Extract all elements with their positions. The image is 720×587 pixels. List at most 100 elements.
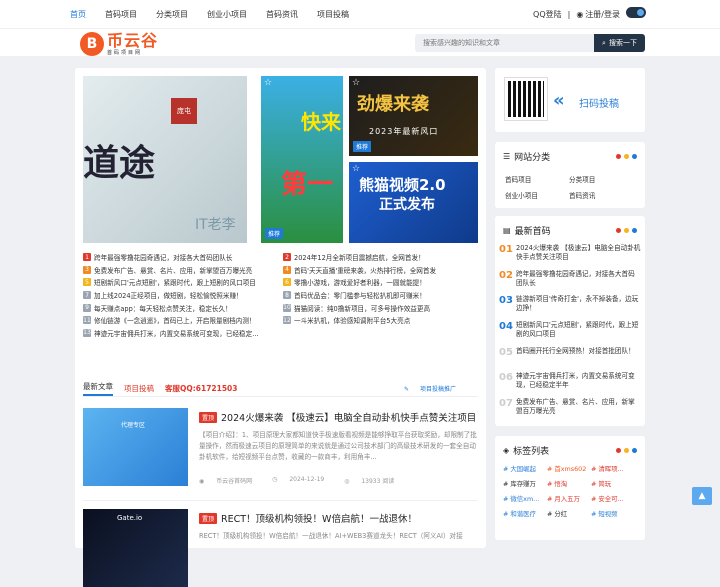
category-link[interactable]: 首码资讯	[569, 190, 633, 200]
thumb-label: Gate.io	[117, 514, 143, 522]
clock-icon: ◷	[272, 476, 280, 483]
headline-text: 加上线2024正经项目，做短剧，轻松愉悦照米赚！	[94, 292, 243, 301]
back-to-top-button[interactable]: ▲	[692, 487, 712, 505]
recent-item[interactable]: 05 首码圈开托行全网预热！对接首批团队！	[499, 347, 641, 373]
headline-item[interactable]: 3 免费发布广告、悬赏、名片、应用，新掌盟百万曝光亮	[83, 265, 283, 275]
headline-item[interactable]: 12 一斗米扒机，体验感知调附平台5大亮点	[283, 315, 478, 325]
featured-card[interactable]: ☆ 劲爆来袭 2023年最新风口 推荐	[349, 76, 478, 156]
tag-link[interactable]: # 月入五万	[547, 494, 591, 503]
tab-submit[interactable]: 项目投稿	[124, 383, 154, 394]
headline-text: 猫猫阅读：纯0撸新项目，可多号操作效益更高	[294, 304, 431, 313]
nav-item[interactable]: 创业小项目	[207, 9, 247, 20]
headline-item[interactable]: 2 2024年12月全新项目震撼启航，全网首发！	[283, 252, 478, 262]
rank-badge: 7	[83, 291, 91, 300]
article-thumbnail[interactable]: 代理专区	[83, 408, 188, 486]
category-link[interactable]: 创业小项目	[505, 190, 569, 200]
headline-item[interactable]: 7 加上线2024正经项目，做短剧，轻松愉悦照米赚！	[83, 290, 283, 300]
tag-link[interactable]: # 和谐医疗	[503, 509, 547, 518]
site-header: B 币云谷 首码项目网 ⌕ 搜索一下	[0, 28, 720, 56]
headline-text: 每天赚点app：每天轻松点赞关注，稳定长久！	[94, 304, 232, 313]
recent-list: 01 2024火爆来袭 【极速云】电脑全自动卦机快手点赞关注项目 02 跨年最强零撸花…	[499, 244, 641, 424]
tag-link[interactable]: # 库存赚万	[503, 479, 547, 488]
headline-row: 11 修仙链游《一念逍遥》，首码已上，开启限量剧档内测！ 12 一斗米扒机，体验感知调…	[83, 314, 478, 327]
date-text: 2024-12-19	[289, 476, 325, 483]
tag-link[interactable]: # 简玩	[591, 479, 635, 488]
article-thumbnail[interactable]: Gate.io	[83, 509, 188, 587]
featured-card[interactable]: ☆ 快来 第一 推荐	[261, 76, 343, 243]
nav-item[interactable]: 首页	[70, 9, 86, 20]
search-input[interactable]	[415, 34, 594, 52]
recommend-tag: 推荐	[353, 141, 372, 152]
recent-item[interactable]: 07 免费发布广告、悬赏、名片、应用，新掌盟百万曝光亮	[499, 398, 641, 424]
recent-item[interactable]: 04 短剧新风口'元点短剧'，紧跟时代，跟上短剧的风口项目	[499, 321, 641, 347]
nav-item[interactable]: 分类项目	[156, 9, 188, 20]
headline-item[interactable]: 9 每天赚点app：每天轻松点赞关注，稳定长久！	[83, 303, 283, 313]
article-title-text: 2024火爆来袭 【极速云】电脑全自动卦机快手点赞关注项目	[221, 413, 477, 424]
card-title: 劲爆来袭	[357, 94, 429, 115]
tag-link[interactable]: # 分红	[547, 509, 591, 518]
recent-title: 免费发布广告、悬赏、名片、应用，新掌盟百万曝光亮	[516, 398, 635, 416]
recent-item[interactable]: 06 神迹元宇宙佣兵打米，内置交易系统可变现，已经稳定半年	[499, 372, 641, 398]
headline-item[interactable]: 11 修仙链游《一念逍遥》，首码已上，开启限量剧档内测！	[83, 315, 283, 325]
qq-login-link[interactable]: QQ登陆	[533, 9, 562, 20]
recent-item[interactable]: 03 链游新项目'传奇打金'，永不掉装备，边玩边挣！	[499, 295, 641, 321]
category-box: ☰ 网站分类 首码项目 分类项目 创业小项目 首码资讯	[495, 142, 645, 208]
headline-item[interactable]: 13 神迹元宇宙佣兵打米，内置交易系统可变现，已经稳定...	[83, 328, 283, 338]
article-title[interactable]: 置顶 2024火爆来袭 【极速云】电脑全自动卦机快手点赞关注项目	[199, 410, 476, 424]
divider	[83, 500, 478, 501]
card-title: 熊猫视频2.0	[359, 176, 446, 194]
headline-item[interactable]: 8 首码优品会：零门槛参与轻松扒机即可赚米！	[283, 290, 478, 300]
rank-badge: 2	[283, 253, 291, 262]
user-icon: ◉	[199, 478, 207, 485]
scan-submit-box[interactable]: « 扫码投稿	[495, 68, 645, 132]
recent-item[interactable]: 02 跨年最强零撸花园奇遇记，对接各大首码团队长	[499, 270, 641, 296]
date: ◷ 2024-12-19	[272, 476, 334, 485]
submit-promo-label: 项目投稿推广	[419, 386, 456, 393]
nav-item[interactable]: 首码项目	[105, 9, 137, 20]
tag-link[interactable]: # 清晖项...	[591, 464, 635, 473]
tag-box: ◈ 标签列表 # 大国崛起 # 首xms602 # 清晖项... # 库存赚万 # 悟淘…	[495, 436, 645, 540]
category-link[interactable]: 分类项目	[569, 174, 633, 184]
register-login-link[interactable]: 注册/登录	[585, 9, 620, 20]
rank-badge: 12	[283, 316, 291, 325]
tag-link[interactable]: # 悟淘	[547, 479, 591, 488]
headline-text: 短剧新风口'元点短剧'，紧跟时代，跟上短剧的风口项目	[94, 279, 256, 288]
submit-promo-link[interactable]: ✎ 项目投稿推广	[404, 384, 467, 393]
tag-link[interactable]: # 首xms602	[547, 464, 591, 473]
headline-text: 跨年最强零撸花园奇遇记，对接各大首码团队长	[94, 254, 233, 263]
search-button[interactable]: ⌕ 搜索一下	[594, 34, 645, 52]
recent-rank: 02	[499, 269, 513, 281]
category-link[interactable]: 首码项目	[505, 174, 569, 184]
headline-text: 零撸小游戏，游戏爱好者利器，一圆就能提！	[294, 279, 426, 288]
theme-toggle[interactable]	[626, 7, 646, 18]
tab-latest[interactable]: 最新文章	[83, 381, 113, 396]
recent-rank: 03	[499, 295, 513, 307]
rank-badge: 5	[83, 278, 91, 287]
featured-card[interactable]: ☆ 熊猫视频2.0 正式发布	[349, 162, 478, 243]
headline-item[interactable]: 6 零撸小游戏，游戏爱好者利器，一圆就能提！	[283, 277, 478, 287]
user-icon: ◉	[576, 9, 584, 19]
tag-link[interactable]: # 短视频	[591, 509, 635, 518]
headline-item[interactable]: 1 跨年最强零撸花园奇遇记，对接各大首码团队长	[83, 252, 283, 262]
scan-submit-label: 扫码投稿	[579, 99, 619, 110]
views: ◎ 13933 阅读	[344, 476, 404, 485]
tag-link[interactable]: # 微信xm...	[503, 494, 547, 503]
headline-item[interactable]: 5 短剧新风口'元点短剧'，紧跟时代，跟上短剧的风口项目	[83, 277, 283, 287]
tag-link[interactable]: # 安全可...	[591, 494, 635, 503]
site-logo[interactable]: B 币云谷 首码项目网	[80, 32, 158, 56]
nav-item[interactable]: 项目投稿	[317, 9, 349, 20]
card-subtitle: 2023年最新风口	[369, 127, 439, 136]
headline-row: 1 跨年最强零撸花园奇遇记，对接各大首码团队长 2 2024年12月全新项目震撼启航，…	[83, 251, 478, 264]
tag-link[interactable]: # 大国崛起	[503, 464, 547, 473]
article-card[interactable]: 代理专区 置顶 2024火爆来袭 【极速云】电脑全自动卦机快手点赞关注项目 【项…	[83, 408, 478, 498]
headline-item[interactable]: 4 首码'天天直播'重磅来袭，火热排行榜，全网首发	[283, 265, 478, 275]
carousel-slide[interactable]: 庞屯 道途 IT老李	[83, 76, 247, 243]
nav-item[interactable]: 首码资讯	[266, 9, 298, 20]
article-card[interactable]: Gate.io 置顶 RECT！顶级机构领投！W倍启航！一战退休！ RECT！顶…	[83, 509, 478, 587]
window-dots	[613, 154, 637, 159]
article-title[interactable]: 置顶 RECT！顶级机构领投！W倍启航！一战退休！	[199, 511, 417, 525]
recent-item[interactable]: 01 2024火爆来袭 【极速云】电脑全自动卦机快手点赞关注项目	[499, 244, 641, 270]
tab-service-qq[interactable]: 客服QQ:61721503	[165, 383, 238, 394]
headline-text: 免费发布广告、悬赏、名片、应用，新掌盟百万曝光亮	[94, 266, 253, 275]
headline-item[interactable]: 10 猫猫阅读：纯0撸新项目，可多号操作效益更高	[283, 303, 478, 313]
